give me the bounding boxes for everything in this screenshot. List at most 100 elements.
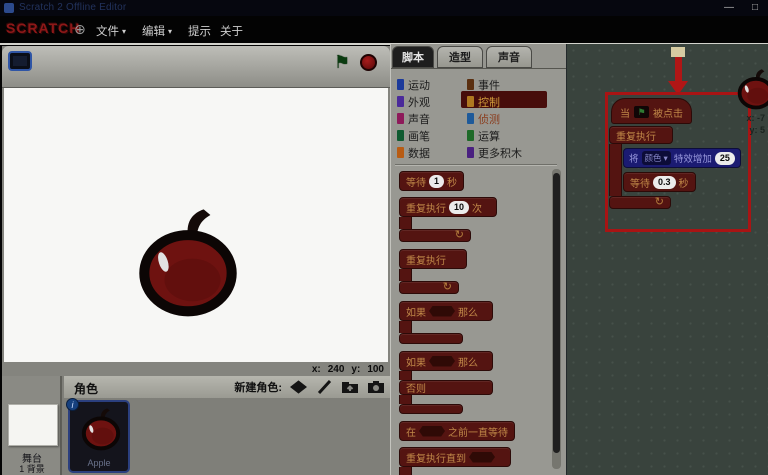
block-ifelse-spine2[interactable] — [399, 395, 412, 404]
green-flag-button[interactable]: ⚑ — [334, 52, 350, 73]
sprite-panel: 舞台 1 背景 角色 新建角色: i — [2, 376, 390, 475]
language-globe-icon[interactable]: ⊕ — [74, 21, 86, 38]
stage-panel: ⚑ x: 240 y: 100 — [2, 46, 390, 376]
script-forever-spine[interactable] — [609, 144, 622, 196]
green-flag-icon: ⚑ — [634, 106, 649, 118]
sprite-y-readout: y: 5 — [717, 124, 765, 136]
red-arrow-icon — [675, 57, 682, 82]
category-data[interactable]: 数据 — [397, 145, 430, 160]
category-motion[interactable]: 运动 — [397, 77, 430, 92]
script-forever-bottom[interactable]: ↻ — [609, 196, 671, 209]
category-sensing[interactable]: 侦测 — [467, 111, 500, 126]
tab-scripts[interactable]: 脚本 — [392, 46, 434, 68]
effect-dropdown[interactable]: 颜色 ▾ — [642, 151, 671, 165]
block-wait-until[interactable]: 在 之前一直等待 — [399, 421, 515, 441]
scripts-pane[interactable]: 当 ⚑ 被点击 重复执行 将 颜色 ▾ 特效增加 25 等待 0.3 秒 ↻ — [566, 44, 768, 475]
block-if-top[interactable]: 如果 那么 — [399, 301, 493, 321]
block-forever-spine[interactable] — [399, 269, 412, 281]
mouse-y-value: 100 — [367, 364, 384, 375]
stage-canvas[interactable] — [4, 88, 388, 362]
effect-amount-input[interactable]: 25 — [715, 152, 735, 165]
sprite-library-icon[interactable] — [288, 379, 308, 395]
category-events[interactable]: 事件 — [467, 77, 500, 92]
block-ifelse-else[interactable]: 否则 — [399, 380, 493, 395]
control-color-chip — [467, 96, 474, 107]
tab-sounds[interactable]: 声音 — [486, 46, 532, 68]
block-repeat-until-top[interactable]: 重复执行直到 — [399, 447, 511, 467]
palette-body: 运动 外观 声音 画笔 数据 事件 — [391, 68, 566, 475]
menu-edit[interactable]: 编辑 ▾ — [142, 23, 172, 39]
category-more-blocks[interactable]: 更多积木 — [467, 145, 522, 160]
wait-secs-input[interactable]: 0.3 — [653, 176, 676, 189]
category-operators[interactable]: 运算 — [467, 128, 500, 143]
sprite-x-readout: x: -7 — [717, 112, 765, 124]
presentation-mode-icon[interactable] — [8, 51, 32, 71]
chevron-down-icon: ▾ — [664, 153, 668, 164]
scratch-logo[interactable]: SCRATCH — [6, 20, 80, 36]
blocks-palette: 脚本 造型 声音 运动 外观 声音 画笔 数据 — [390, 44, 566, 475]
menu-bar: SCRATCH ⊕ 文件 ▾ 编辑 ▾ 提示 关于 ✂ ? — [0, 16, 768, 44]
block-ifelse-top[interactable]: 如果 那么 — [399, 351, 493, 371]
tab-costumes[interactable]: 造型 — [437, 46, 483, 68]
palette-scrollbar[interactable] — [552, 169, 561, 469]
category-pen[interactable]: 画笔 — [397, 128, 430, 143]
sensing-color-chip — [467, 113, 474, 124]
chevron-down-icon: ▾ — [168, 27, 172, 36]
chevron-down-icon: ▾ — [122, 27, 126, 36]
active-sprite-thumbnail — [735, 68, 768, 110]
sprite-thumbnail-apple[interactable]: i Apple — [68, 400, 130, 473]
block-wait-secs[interactable]: 等待 1 秒 — [399, 171, 464, 191]
script-forever-top[interactable]: 重复执行 — [609, 126, 673, 144]
menu-tips-label: 提示 — [188, 23, 211, 39]
palette-scrollbar-thumb[interactable] — [553, 173, 560, 453]
repeat-count-input[interactable]: 10 — [449, 201, 469, 214]
mouse-position-readout: x: 240 y: 100 — [312, 364, 384, 375]
loop-arrow-icon: ↻ — [649, 197, 664, 208]
apple-sprite-on-stage[interactable] — [130, 206, 246, 318]
block-repeat-top[interactable]: 重复执行 10 次 — [399, 197, 497, 217]
category-sound[interactable]: 声音 — [397, 111, 430, 126]
boolean-slot[interactable] — [469, 452, 495, 463]
events-color-chip — [467, 79, 474, 90]
stage-selector[interactable]: 舞台 1 背景 — [2, 376, 62, 475]
stop-button[interactable] — [360, 54, 377, 71]
menu-edit-label: 编辑 — [142, 23, 165, 39]
app-window: Scratch 2 Offline Editor — □ SCRATCH ⊕ 文… — [0, 0, 768, 475]
minimize-button[interactable]: — — [720, 1, 738, 14]
boolean-slot[interactable] — [429, 306, 455, 317]
block-if-spine[interactable] — [399, 321, 412, 333]
menu-about[interactable]: 关于 — [220, 23, 243, 39]
block-repeat-spine[interactable] — [399, 217, 412, 229]
stage-thumbnail[interactable] — [8, 404, 58, 446]
block-repeat-bottom[interactable]: ↻ — [399, 229, 471, 242]
category-control[interactable]: 控制 — [467, 94, 500, 109]
operators-color-chip — [467, 130, 474, 141]
block-forever-bottom[interactable]: ↻ — [399, 281, 459, 294]
boolean-slot[interactable] — [419, 426, 445, 437]
block-repeat-until-spine[interactable] — [399, 467, 412, 475]
block-change-effect[interactable]: 将 颜色 ▾ 特效增加 25 — [623, 148, 741, 168]
script-wait-block[interactable]: 等待 0.3 秒 — [623, 172, 696, 192]
sprite-position-readout: x: -7 y: 5 — [717, 112, 765, 136]
block-when-flag-clicked[interactable]: 当 ⚑ 被点击 — [611, 98, 692, 124]
block-forever-top[interactable]: 重复执行 — [399, 249, 467, 269]
block-if-bottom[interactable] — [399, 333, 463, 344]
menu-file[interactable]: 文件 ▾ — [96, 23, 126, 39]
block-ifelse-spine1[interactable] — [399, 371, 412, 380]
menu-file-label: 文件 — [96, 23, 119, 39]
maximize-button[interactable]: □ — [746, 1, 764, 14]
sound-color-chip — [397, 113, 404, 124]
wait-secs-input[interactable]: 1 — [429, 175, 444, 188]
stage-header: ⚑ — [2, 46, 390, 88]
category-looks[interactable]: 外观 — [397, 94, 430, 109]
boolean-slot[interactable] — [429, 356, 455, 367]
sprite-name-label: Apple — [70, 458, 128, 468]
title-bar: Scratch 2 Offline Editor — □ — [0, 0, 768, 16]
block-ifelse-bottom[interactable] — [399, 404, 463, 414]
sprite-info-button[interactable]: i — [66, 398, 79, 411]
menu-tips[interactable]: 提示 — [188, 23, 211, 39]
paint-new-sprite-icon[interactable] — [314, 379, 334, 395]
camera-sprite-icon[interactable] — [366, 379, 386, 395]
apple-thumbnail-image — [79, 407, 123, 451]
upload-sprite-icon[interactable] — [340, 379, 360, 395]
